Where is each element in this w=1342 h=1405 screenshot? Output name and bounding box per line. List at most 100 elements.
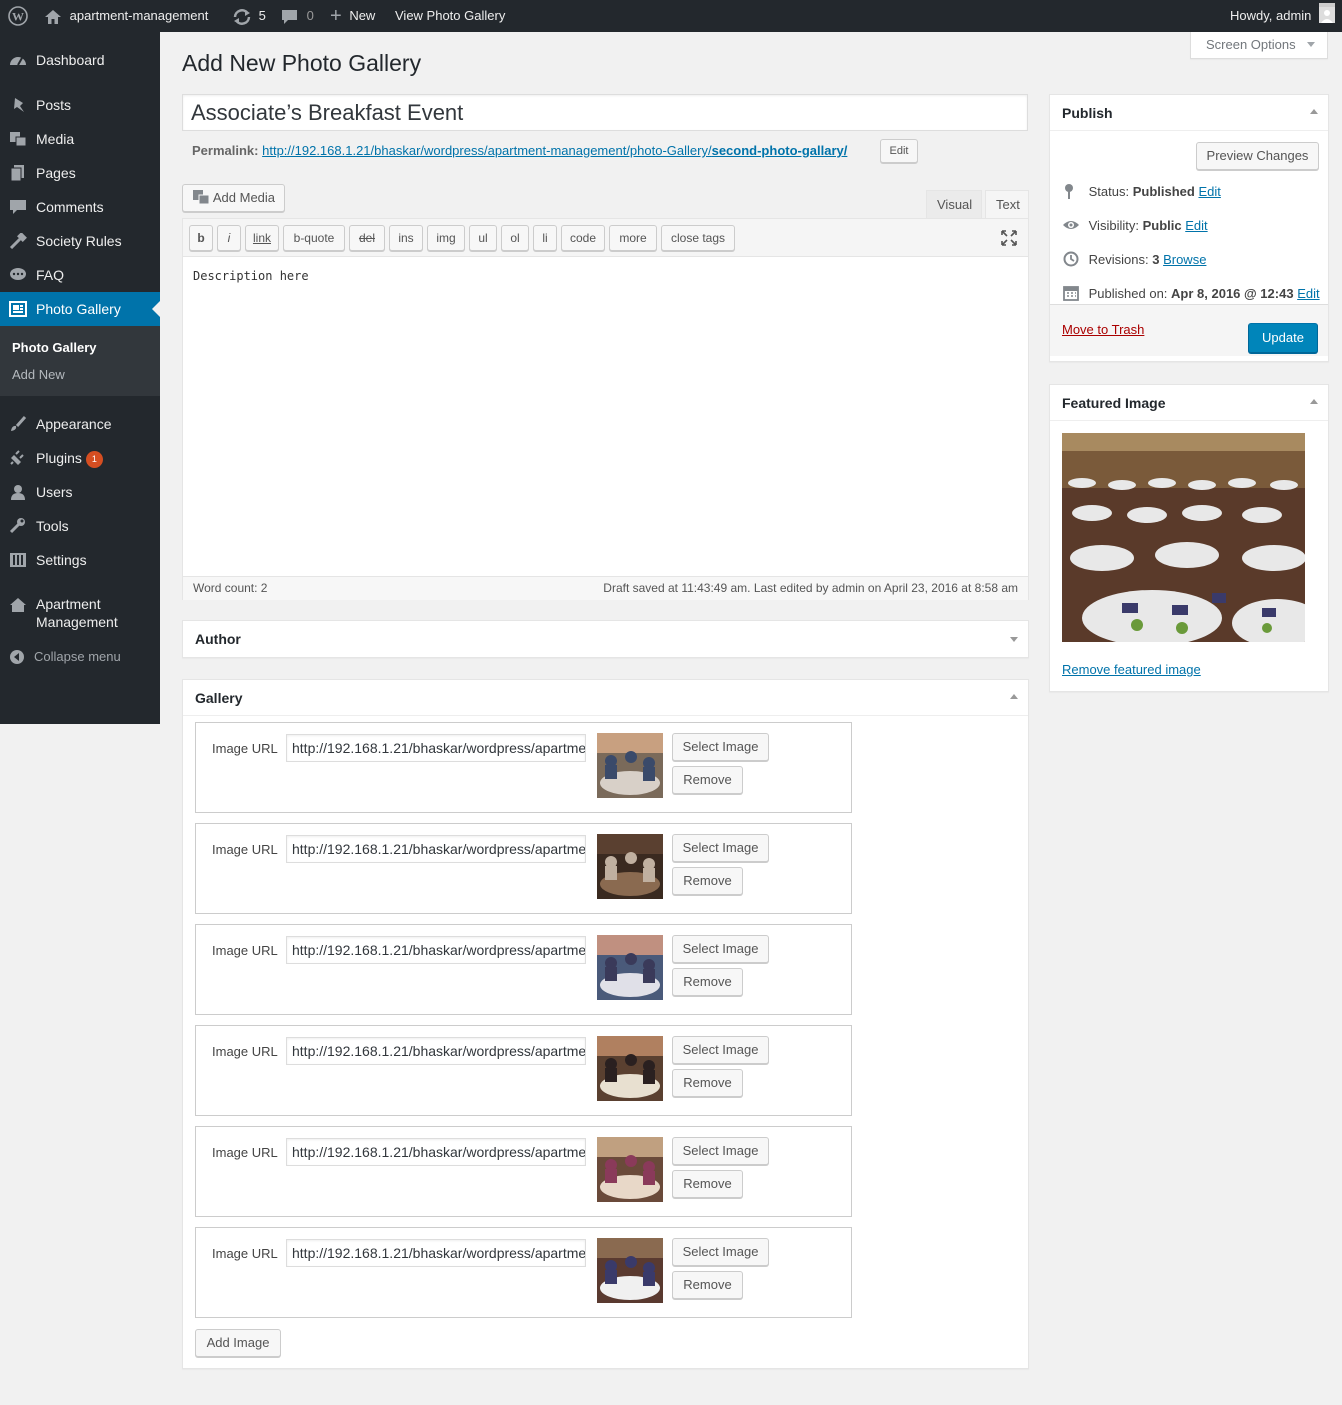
toggle-up-icon[interactable] [1010, 694, 1018, 699]
submenu-item-photo-gallery[interactable]: Photo Gallery [12, 340, 97, 355]
revisions-row: Revisions: 3 Browse [1062, 251, 1206, 267]
quicktag-ul-button[interactable]: ul [469, 225, 497, 251]
select-image-button[interactable]: Select Image [672, 935, 769, 963]
toggle-up-icon[interactable] [1310, 109, 1318, 114]
toggle-down-icon[interactable] [1010, 637, 1018, 642]
remove-image-button[interactable]: Remove [672, 1069, 743, 1097]
updates-link[interactable]: 5 [232, 0, 266, 32]
brush-icon [11, 416, 27, 431]
featured-image-postbox-header[interactable]: Featured Image [1050, 385, 1328, 421]
remove-image-button[interactable]: Remove [672, 766, 743, 794]
select-image-button[interactable]: Select Image [672, 1238, 769, 1266]
author-postbox-header[interactable]: Author [183, 621, 1028, 657]
new-content-link[interactable]: + New [330, 0, 375, 32]
visibility-edit-link[interactable]: Edit [1185, 218, 1207, 233]
gallery-icon [9, 301, 27, 317]
menu-item-photo-gallery[interactable]: Photo Gallery [0, 292, 160, 326]
gallery-item: Image URL http://192.168.1.21/bhaskar/wor… [195, 722, 852, 813]
menu-item-settings[interactable]: Settings [0, 543, 160, 577]
quicktag-close-tags-button[interactable]: close tags [661, 225, 735, 251]
tab-text[interactable]: Text [985, 190, 1029, 219]
post-title-input[interactable]: Associate’s Breakfast Event [182, 94, 1028, 131]
menu-item-plugins[interactable]: Plugins 1 [0, 441, 160, 475]
remove-image-button[interactable]: Remove [672, 1271, 743, 1299]
quicktag-italic-button[interactable]: i [217, 225, 241, 251]
menu-item-appearance[interactable]: Appearance [0, 407, 160, 441]
quicktag-del-button[interactable]: del [349, 225, 385, 251]
quicktag-ol-button[interactable]: ol [501, 225, 529, 251]
revisions-label: Revisions: [1088, 252, 1149, 267]
view-photo-gallery-link[interactable]: View Photo Gallery [395, 0, 505, 32]
menu-item-tools[interactable]: Tools [0, 509, 160, 543]
menu-item-pages[interactable]: Pages [0, 156, 160, 190]
permalink-link[interactable]: http://192.168.1.21/bhaskar/wordpress/ap… [262, 143, 847, 158]
menu-label: FAQ [36, 267, 65, 283]
tab-visual[interactable]: Visual [926, 190, 982, 219]
wordpress-logo-icon[interactable]: W [8, 0, 28, 32]
menu-item-apartment-management[interactable]: Apartment Management [0, 595, 160, 635]
status-value: Published [1132, 184, 1195, 199]
editor-textarea[interactable]: Description here [193, 269, 309, 283]
quicktag-li-button[interactable]: li [533, 225, 557, 251]
gallery-postbox-header[interactable]: Gallery [183, 680, 1028, 716]
menu-item-society-rules[interactable]: Society Rules [0, 224, 160, 258]
screen-options-button[interactable]: Screen Options [1190, 32, 1328, 59]
image-url-input[interactable]: http://192.168.1.21/bhaskar/wordpress/ap… [286, 1239, 586, 1267]
site-name-link[interactable]: apartment-management [44, 0, 208, 32]
quicktag-bquote-button[interactable]: b-quote [283, 225, 345, 251]
quicktag-bold-button[interactable]: b [189, 225, 213, 251]
quicktag-link-button[interactable]: link [245, 225, 279, 251]
remove-featured-image-link[interactable]: Remove featured image [1062, 662, 1201, 677]
permalink-edit-button[interactable]: Edit [880, 139, 918, 163]
visibility-value: Public [1142, 218, 1182, 233]
collapse-menu-button[interactable]: Collapse menu [0, 640, 160, 674]
author-title: Author [195, 631, 241, 647]
visibility-label: Visibility: [1088, 218, 1139, 233]
image-url-input[interactable]: http://192.168.1.21/bhaskar/wordpress/ap… [286, 1138, 586, 1166]
revisions-browse-link[interactable]: Browse [1163, 252, 1206, 267]
image-url-input[interactable]: http://192.168.1.21/bhaskar/wordpress/ap… [286, 1037, 586, 1065]
preview-changes-button[interactable]: Preview Changes [1196, 142, 1319, 170]
select-image-button[interactable]: Select Image [672, 834, 769, 862]
quicktag-code-button[interactable]: code [561, 225, 605, 251]
quicktag-more-button[interactable]: more [609, 225, 657, 251]
image-url-input[interactable]: http://192.168.1.21/bhaskar/wordpress/ap… [286, 734, 586, 762]
update-button[interactable]: Update [1248, 323, 1318, 353]
quicktag-ins-button[interactable]: ins [389, 225, 423, 251]
fullscreen-icon[interactable] [1001, 230, 1017, 246]
select-image-button[interactable]: Select Image [672, 1036, 769, 1064]
select-image-button[interactable]: Select Image [672, 733, 769, 761]
add-image-button[interactable]: Add Image [195, 1329, 281, 1357]
menu-item-media[interactable]: Media [0, 122, 160, 156]
status-edit-link[interactable]: Edit [1198, 184, 1220, 199]
menu-item-dashboard[interactable]: Dashboard [0, 43, 160, 77]
image-url-label: Image URL [212, 1044, 278, 1059]
image-url-input[interactable]: http://192.168.1.21/bhaskar/wordpress/ap… [286, 835, 586, 863]
add-media-button[interactable]: Add Media [182, 184, 285, 212]
publish-actions: Move to Trash Update [1050, 304, 1328, 356]
collapse-icon [10, 650, 24, 664]
remove-image-button[interactable]: Remove [672, 867, 743, 895]
menu-item-faq[interactable]: FAQ [0, 258, 160, 292]
published-edit-link[interactable]: Edit [1297, 286, 1319, 301]
toggle-up-icon[interactable] [1310, 399, 1318, 404]
quicktags-toolbar: b i link b-quote del ins img ul ol li co… [183, 219, 1028, 257]
remove-image-button[interactable]: Remove [672, 968, 743, 996]
remove-image-button[interactable]: Remove [672, 1170, 743, 1198]
gallery-item: Image URL http://192.168.1.21/bhaskar/wor… [195, 1227, 852, 1318]
move-to-trash-link[interactable]: Move to Trash [1062, 322, 1144, 337]
submenu-item-add-new[interactable]: Add New [12, 367, 65, 382]
image-url-input[interactable]: http://192.168.1.21/bhaskar/wordpress/ap… [286, 936, 586, 964]
menu-item-users[interactable]: Users [0, 475, 160, 509]
menu-item-comments[interactable]: Comments [0, 190, 160, 224]
media-icon [192, 190, 210, 205]
my-account-link[interactable]: Howdy, admin [1230, 0, 1336, 32]
comments-link[interactable]: 0 [281, 0, 314, 32]
select-image-button[interactable]: Select Image [672, 1137, 769, 1165]
permalink-base: http://192.168.1.21/bhaskar/wordpress/ap… [262, 143, 712, 158]
menu-item-posts[interactable]: Posts [0, 88, 160, 122]
publish-postbox-header[interactable]: Publish [1050, 95, 1328, 131]
featured-image-thumbnail[interactable] [1062, 433, 1305, 642]
quicktag-img-button[interactable]: img [427, 225, 465, 251]
gallery-image-thumbnail [597, 1137, 663, 1202]
